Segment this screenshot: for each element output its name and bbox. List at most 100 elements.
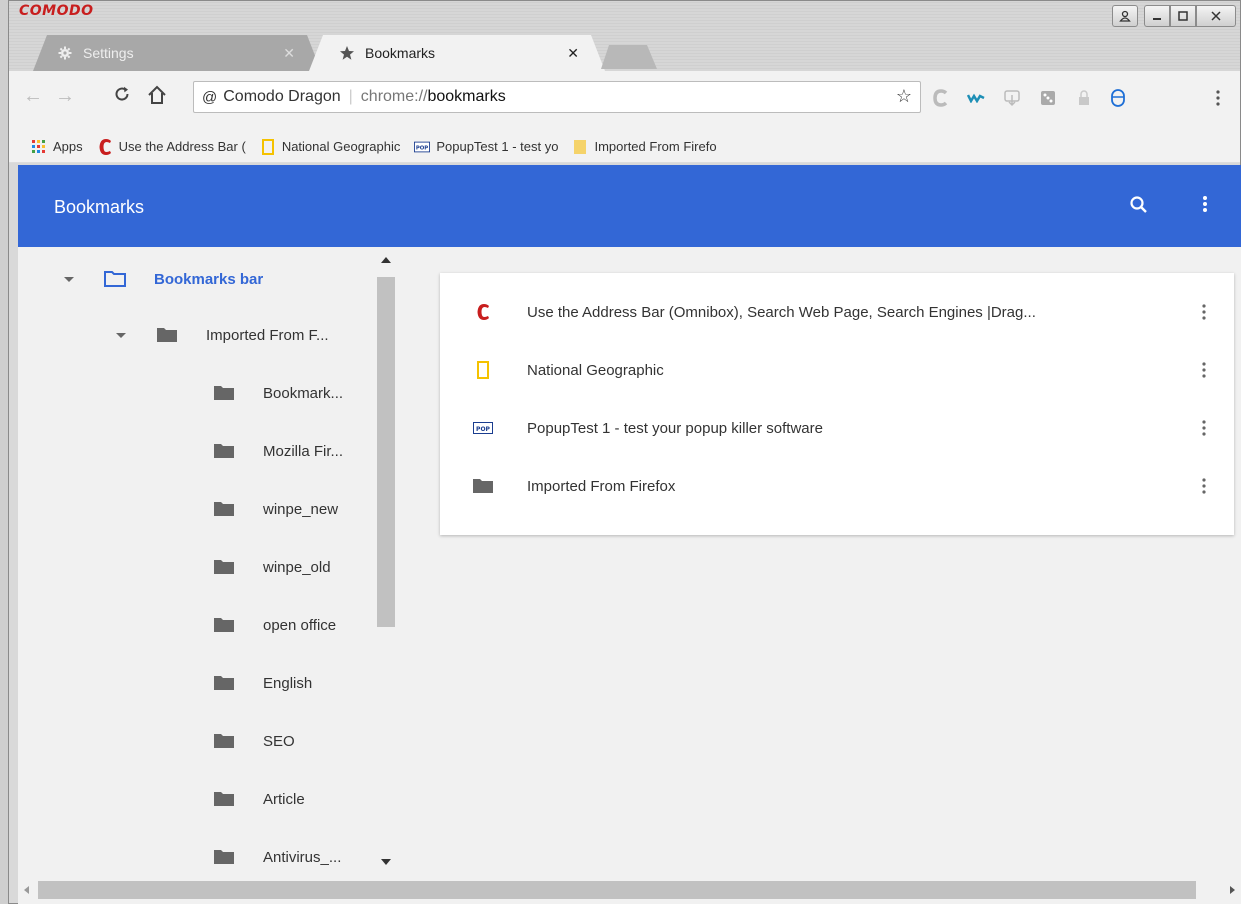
pop-icon: POP [472,418,494,438]
tree-item-folder[interactable]: winpe_old [213,555,331,579]
tree-item-folder[interactable]: Article [213,787,305,811]
chevron-down-icon[interactable] [64,276,74,282]
tree-label: Article [263,790,305,808]
scroll-right-arrow-icon[interactable] [1230,886,1235,894]
tree-label: Antivirus_... [263,848,342,866]
svg-text:POP: POP [416,145,428,151]
pop-icon: POP [414,139,431,155]
folder-icon [214,444,234,458]
list-item[interactable]: POP PopupTest 1 - test your popup killer… [440,399,1234,457]
folder-icon [214,560,234,574]
forward-icon[interactable]: → [55,85,75,108]
tab-bookmarks[interactable]: Bookmarks ✕ [309,35,605,71]
scroll-up-arrow-icon[interactable] [381,257,391,263]
tree-label: Mozilla Fir... [263,442,344,460]
tree-item-folder[interactable]: Mozilla Fir... [213,439,343,463]
bookmark-star-icon[interactable]: ☆ [896,86,912,107]
mouse-extension-icon[interactable] [1109,89,1127,107]
more-options-icon[interactable] [1196,476,1212,496]
tree-item-folder[interactable]: open office [213,613,336,637]
download-extension-icon[interactable] [1003,89,1021,107]
natgeo-icon [260,138,276,155]
folder-icon [214,502,234,516]
folder-icon [472,476,494,496]
more-options-icon[interactable] [1196,418,1212,438]
reload-icon[interactable] [113,85,131,109]
folder-icon [157,328,177,342]
tab-label: Settings [83,45,134,61]
chevron-down-icon[interactable] [116,332,126,338]
bookmark-popuptest[interactable]: POP PopupTest 1 - test yo [414,139,558,155]
browser-window: COMODO Settings ✕ Bookmarks ✕ ← → @ Como… [8,0,1241,904]
address-bar[interactable]: @ Comodo Dragon | chrome://bookmarks ☆ [193,81,921,113]
folder-icon [214,792,234,806]
more-options-icon[interactable] [1196,302,1212,322]
tree-item-folder[interactable]: Antivirus_... [213,845,341,869]
bookmark-list-card: Use the Address Bar (Omnibox), Search We… [440,273,1234,535]
list-item[interactable]: National Geographic [440,341,1234,399]
folder-icon [214,618,234,632]
folder-open-icon [104,271,126,287]
divider: | [348,88,353,105]
user-icon [1119,10,1131,22]
tree-scrollbar[interactable] [373,247,395,877]
scrollbar-thumb[interactable] [377,277,395,627]
lock-extension-icon[interactable] [1075,89,1093,107]
bookmark-natgeo[interactable]: National Geographic [260,138,401,155]
tab-label: Bookmarks [365,45,436,61]
folder-icon [214,676,234,690]
tree-item-folder[interactable]: SEO [213,729,295,753]
profile-button[interactable] [1112,5,1138,27]
bookmark-imported[interactable]: Imported From Firefo [572,139,717,155]
bookmark-label: Imported From Firefo [594,139,717,154]
list-item[interactable]: Use the Address Bar (Omnibox), Search We… [440,283,1234,341]
close-window-button[interactable] [1196,5,1236,27]
more-options-icon[interactable] [1203,195,1207,218]
back-icon[interactable]: ← [23,85,43,108]
list-item[interactable]: Imported From Firefox [440,457,1234,515]
more-options-icon[interactable] [1196,360,1212,380]
gear-icon [57,45,73,61]
menu-icon[interactable] [1209,89,1227,107]
site-label: Comodo Dragon [223,88,341,105]
tree-label: winpe_old [263,558,331,576]
bookmarks-header: Bookmarks [18,165,1241,247]
folder-icon [214,850,234,864]
tree-item-bookmarks-bar[interactable]: Bookmarks bar [64,267,263,291]
tree-item-folder[interactable]: English [213,671,312,695]
tree-item-imported[interactable]: Imported From F... [116,323,329,347]
bookmark-apps[interactable]: Apps [31,139,83,155]
scroll-left-arrow-icon[interactable] [24,886,29,894]
tab-close-icon[interactable]: ✕ [567,45,579,62]
folder-yellow-icon [572,139,588,155]
scroll-down-arrow-icon[interactable] [381,859,391,865]
page-title: Bookmarks [54,197,145,217]
new-tab-button[interactable] [601,45,657,69]
maximize-icon [1178,11,1188,21]
wave-extension-icon[interactable] [967,89,985,107]
list-item-title: PopupTest 1 - test your popup killer sof… [527,419,823,437]
tree-item-folder[interactable]: Bookmark... [213,381,343,405]
tree-item-folder[interactable]: winpe_new [213,497,338,521]
home-icon[interactable] [147,85,167,111]
tree-label: English [263,674,313,692]
horizontal-scrollbar[interactable] [18,877,1241,904]
tab-settings[interactable]: Settings ✕ [33,35,321,71]
bookmark-address-bar[interactable]: Use the Address Bar ( [97,138,246,155]
list-item-title: Use the Address Bar (Omnibox), Search We… [527,303,1036,321]
bookmark-label: PopupTest 1 - test yo [436,139,559,154]
apps-grid-icon [31,139,47,155]
comodo-extension-icon[interactable] [931,89,949,107]
search-icon[interactable] [1129,195,1149,220]
tree-label: SEO [263,732,295,750]
comodo-c-icon [97,138,113,155]
close-icon [1211,11,1221,21]
tab-close-icon[interactable]: ✕ [283,45,295,62]
tree-label: Bookmarks bar [154,270,264,288]
maximize-button[interactable] [1170,5,1196,27]
dice-extension-icon[interactable] [1039,89,1057,107]
bookmark-label: National Geographic [281,139,401,154]
bookmark-label: Apps [53,139,83,154]
minimize-button[interactable] [1144,5,1170,27]
scrollbar-thumb[interactable] [38,881,1196,899]
